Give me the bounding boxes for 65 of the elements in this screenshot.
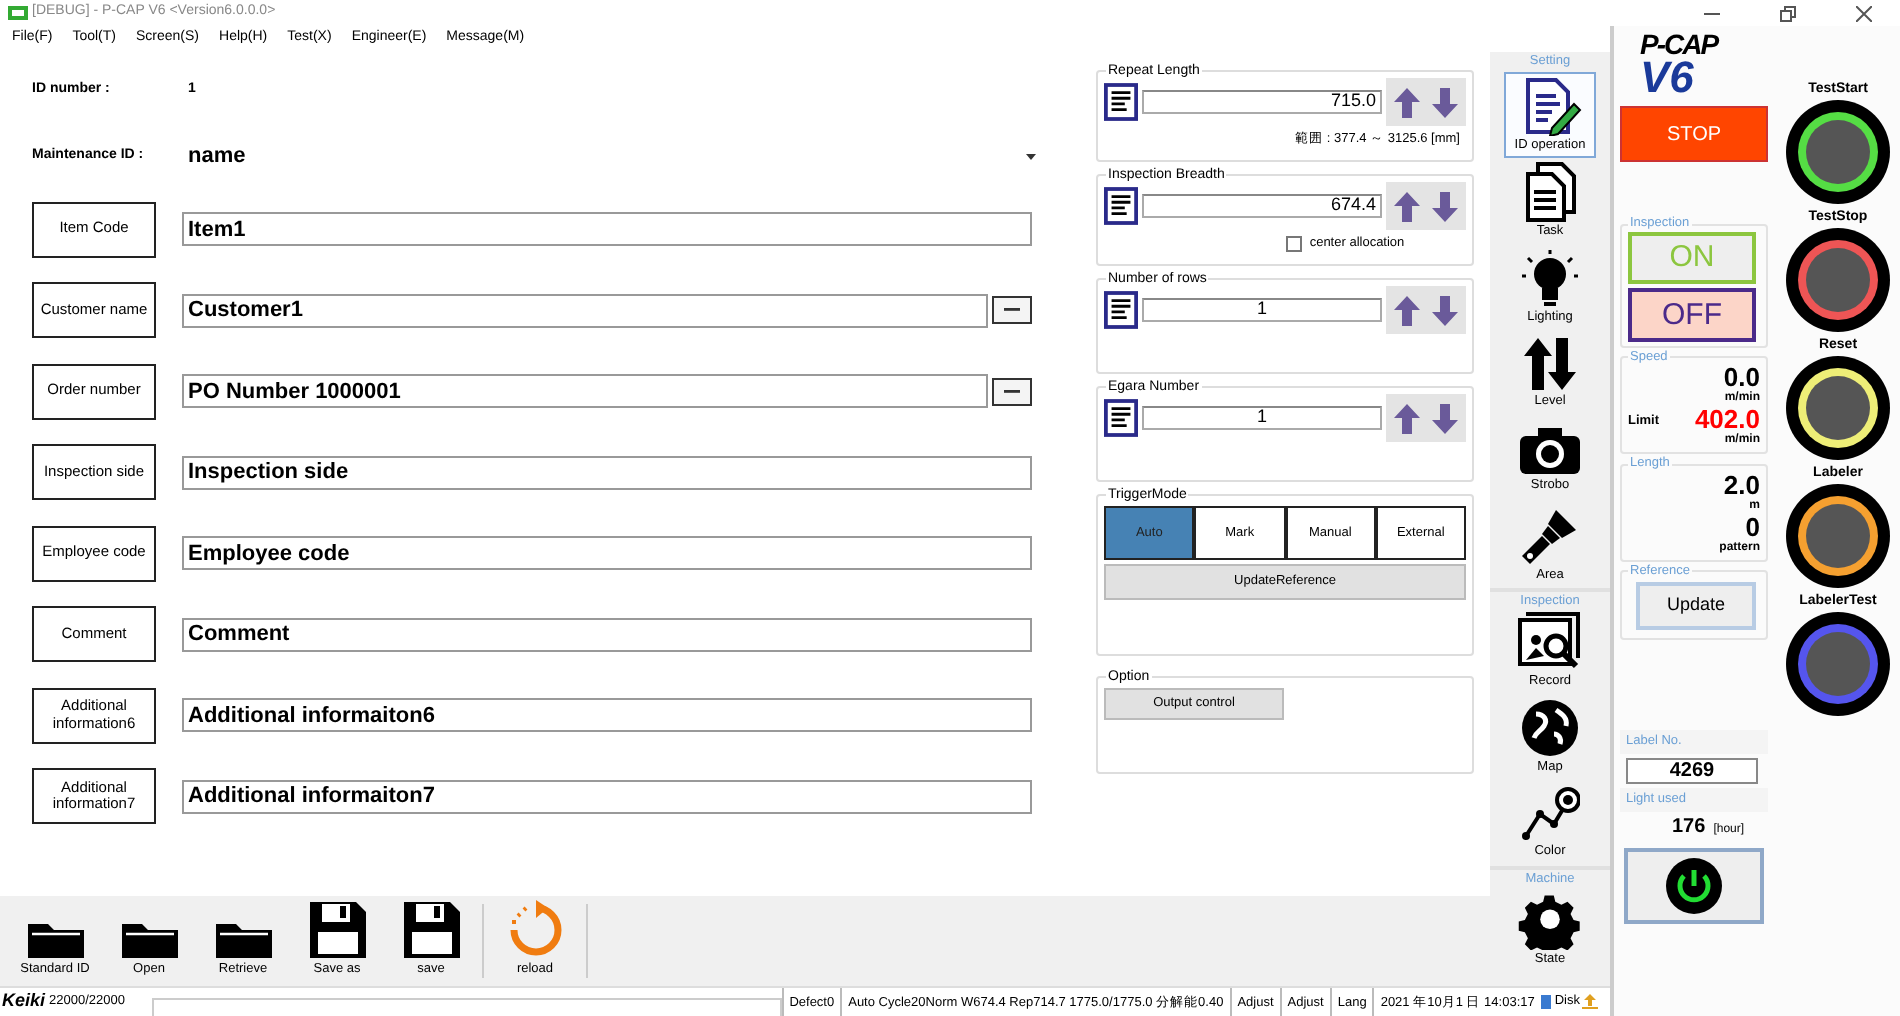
down-arrow-icon [1432,295,1458,325]
input-field[interactable]: PO Number 1000001 [182,374,988,408]
lamp-button[interactable] [1786,484,1890,588]
down-button[interactable] [1428,186,1462,226]
input-field[interactable]: Additional informaiton6 [182,698,1032,732]
input-field[interactable]: Inspection side [182,455,1032,489]
length-value: 2.0 [1721,471,1760,497]
light-bulb-icon [1520,247,1580,308]
input-field[interactable]: Comment [182,617,1032,651]
dash-icon [1004,389,1020,393]
number-field[interactable]: 1 [1142,406,1382,430]
number-field[interactable]: 674.4 [1142,194,1382,218]
number-field[interactable]: 1 [1142,298,1382,322]
label-number-field: 4269 [1626,758,1758,784]
down-arrow-icon [1432,403,1458,433]
keypad-icon[interactable] [1104,186,1138,226]
up-arrow-icon [1394,295,1420,325]
checkbox[interactable] [1285,236,1302,252]
lamp-button[interactable] [1786,612,1890,716]
lamp-button[interactable] [1786,100,1890,204]
down-button[interactable] [1428,398,1462,438]
paint-brush-icon [1520,505,1580,566]
down-arrow-icon [1432,87,1458,117]
upload-icon [1582,994,1598,1010]
up-arrow-icon [1394,191,1420,221]
line-chart-icon [1520,785,1580,842]
logo-text: P-CAP [1640,30,1721,58]
power-icon [1664,856,1724,916]
dropdown-value[interactable]: name [188,139,246,173]
number-field[interactable]: 715.0 [1142,90,1382,114]
lamp-button[interactable] [1786,228,1890,332]
camera-icon [1518,423,1582,476]
input-field[interactable]: Additional informaiton7 [182,779,1032,813]
app-icon [8,6,28,20]
input-field[interactable]: Customer1 [182,293,988,327]
document-icon [1522,161,1578,222]
down-button[interactable] [1428,290,1462,330]
dash-icon [1004,308,1020,312]
update-button[interactable]: Update [1636,582,1756,630]
up-arrow-icon [1394,403,1420,433]
restore-icon[interactable] [1780,5,1796,21]
dropdown-arrow-icon[interactable] [1026,153,1036,159]
light-hours: 176 [1672,814,1706,842]
input-field[interactable]: Employee code [182,536,1032,570]
power-button[interactable] [1624,848,1764,924]
close-icon[interactable] [1856,5,1872,21]
keypad-icon[interactable] [1104,398,1138,438]
company-logo: Keiki [2,988,46,1015]
browse-button[interactable] [992,296,1032,324]
up-down-arrows-icon [1520,335,1580,392]
keypad-icon[interactable] [1104,82,1138,122]
pattern-count: 0 [1743,513,1760,539]
input-field[interactable]: Item1 [182,212,1032,246]
limit-value: 402.0 [1694,406,1760,432]
image-search-icon [1518,611,1582,672]
up-arrow-icon [1394,87,1420,117]
speed-value: 0.0 [1721,364,1760,390]
keypad-icon[interactable] [1104,290,1138,330]
off-button[interactable]: OFF [1628,287,1756,341]
browse-button[interactable] [992,377,1032,405]
down-button[interactable] [1428,82,1462,122]
lamp-button[interactable] [1786,356,1890,460]
logo-text: V6 [1640,58,1694,98]
down-arrow-icon [1432,191,1458,221]
globe-icon [1520,697,1580,758]
